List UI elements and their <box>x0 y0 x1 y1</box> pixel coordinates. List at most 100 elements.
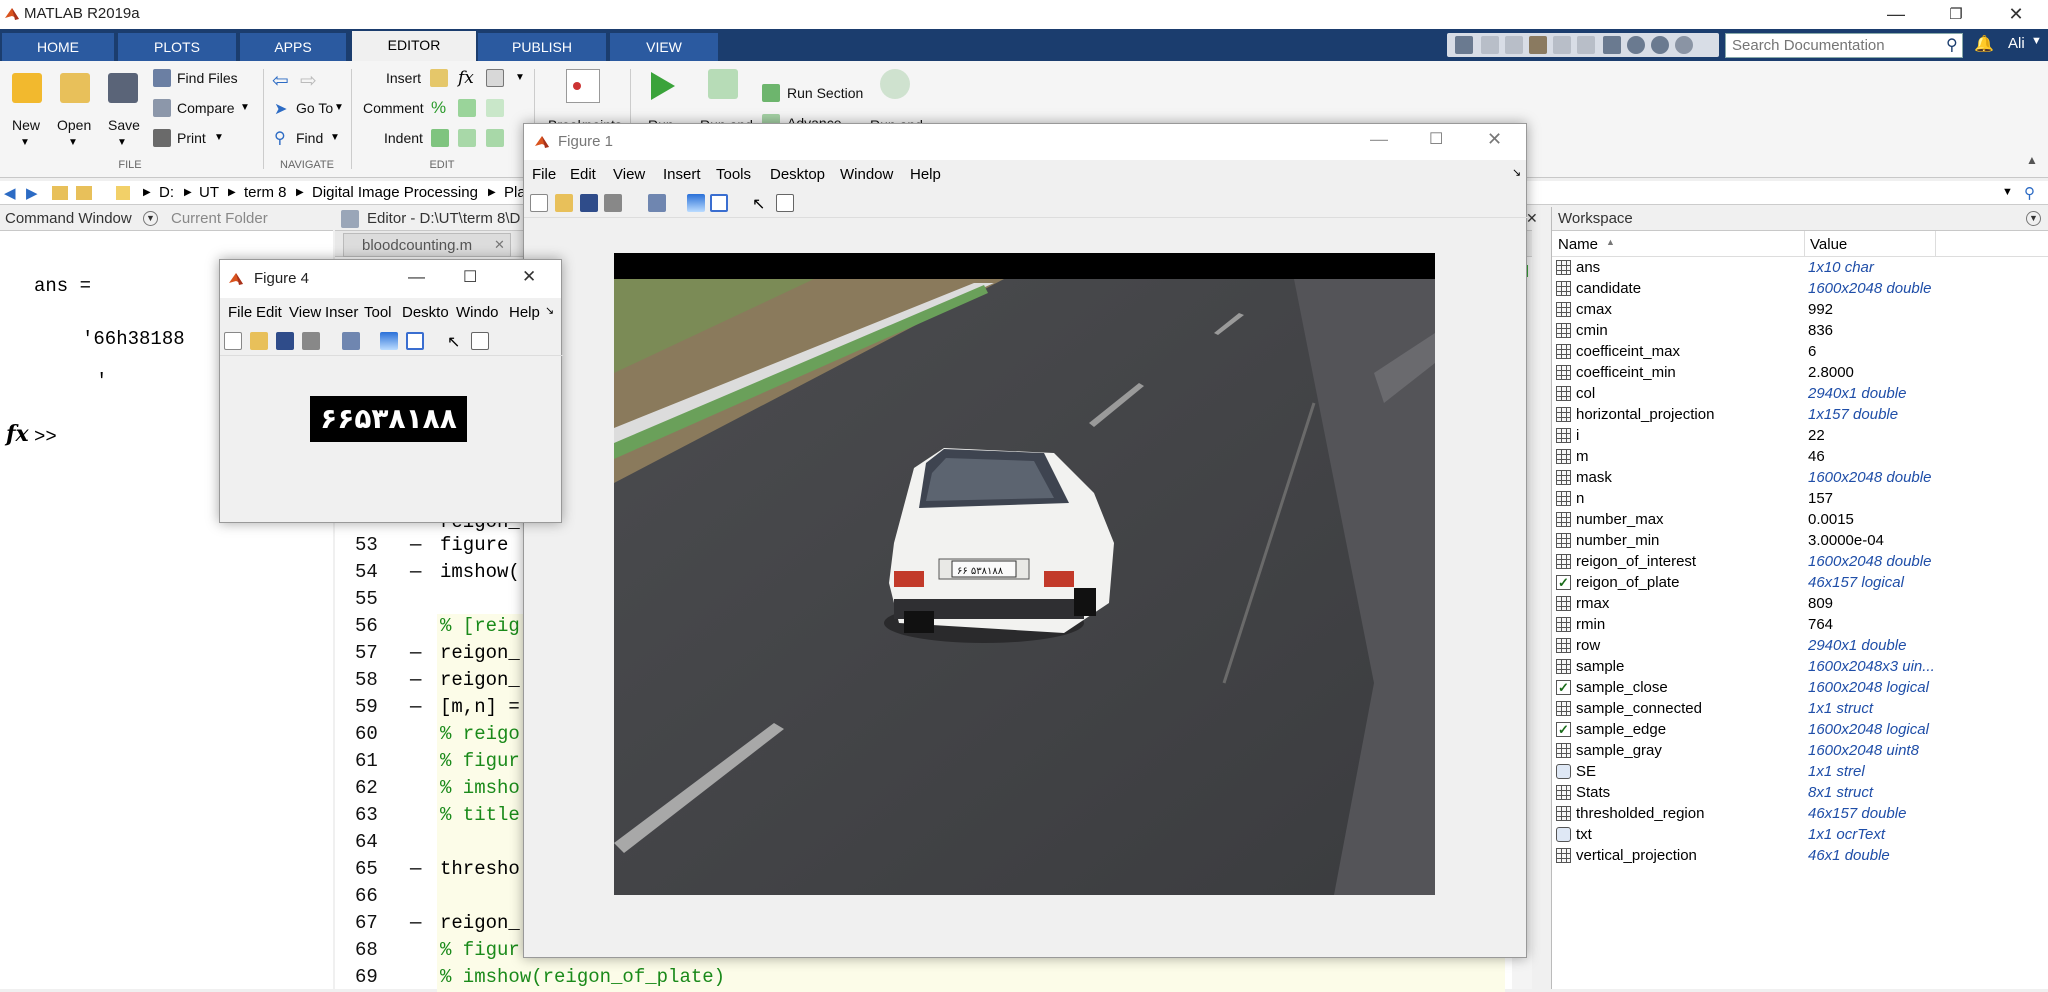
open-file-icon[interactable] <box>555 194 573 212</box>
tab-apps[interactable]: APPS <box>240 33 346 61</box>
menu-desktop[interactable]: Deskto <box>402 304 449 321</box>
maximize-icon[interactable]: ❐ <box>1926 0 1986 29</box>
link-plot-icon[interactable] <box>648 194 666 212</box>
help-icon[interactable] <box>1627 36 1645 54</box>
workspace-variable-row[interactable]: rmin 764 <box>1552 614 2048 635</box>
insert-legend-icon[interactable] <box>406 332 424 350</box>
workspace-variable-row[interactable]: horizontal_projection 1x157 double <box>1552 404 2048 425</box>
user-menu-chevron-icon[interactable]: ▼ <box>2031 35 2042 47</box>
workspace-variable-row[interactable]: coefficeint_max 6 <box>1552 341 2048 362</box>
dock-figure-icon[interactable]: ↘ <box>1512 166 1521 179</box>
menu-window[interactable]: Windo <box>456 304 499 321</box>
run-section-button[interactable]: Run Section <box>787 85 863 101</box>
menu-desktop[interactable]: Desktop <box>770 166 825 183</box>
save-figure-icon[interactable] <box>276 332 294 350</box>
insert-fi-icon[interactable] <box>486 69 504 87</box>
workspace-variable-row[interactable]: SE 1x1 strel <box>1552 761 2048 782</box>
command-prompt[interactable]: >> <box>34 426 57 448</box>
new-figure-icon[interactable] <box>224 332 242 350</box>
tab-publish[interactable]: PUBLISH <box>478 33 606 61</box>
workspace-variable-row[interactable]: sample_connected 1x1 struct <box>1552 698 2048 719</box>
value-column-header[interactable]: Value <box>1810 236 1847 253</box>
go-to-chevron-down-icon[interactable]: ▼ <box>334 102 344 113</box>
tab-home[interactable]: HOME <box>2 33 114 61</box>
dock-figure-icon[interactable]: ↘ <box>545 304 554 317</box>
browse-folder-icon[interactable] <box>76 186 92 200</box>
workspace-variable-row[interactable]: Stats 8x1 struct <box>1552 782 2048 803</box>
workspace-variable-row[interactable]: ans 1x10 char <box>1552 257 2048 278</box>
breakpoint-dash[interactable]: — <box>410 858 421 880</box>
find-chevron-down-icon[interactable]: ▼ <box>330 132 340 143</box>
menu-help[interactable]: Help <box>509 304 540 321</box>
undo-icon[interactable] <box>1553 36 1571 54</box>
menu-file[interactable]: File <box>228 304 252 321</box>
workspace-variable-row[interactable]: sample 1600x2048x3 uin... <box>1552 656 2048 677</box>
workspace-variable-row[interactable]: i 22 <box>1552 425 2048 446</box>
edit-plot-icon[interactable]: ↖ <box>447 332 465 351</box>
figure-1-maximize-icon[interactable]: ☐ <box>1429 129 1443 149</box>
command-window-actions-icon[interactable]: ▼ <box>143 211 158 226</box>
insert-colorbar-icon[interactable] <box>380 332 398 350</box>
uncomment-icon[interactable] <box>458 99 476 117</box>
figure-1-close-icon[interactable]: ✕ <box>1487 129 1502 150</box>
notification-bell-icon[interactable]: 🔔 <box>1974 34 1994 54</box>
workspace-variable-row[interactable]: reigon_of_interest 1600x2048 double <box>1552 551 2048 572</box>
workspace-variable-row[interactable]: row 2940x1 double <box>1552 635 2048 656</box>
print-button[interactable]: Print <box>177 130 206 146</box>
menu-help[interactable]: Help <box>910 166 941 183</box>
menu-file[interactable]: File <box>532 166 556 183</box>
insert-colorbar-icon[interactable] <box>687 194 705 212</box>
menu-insert[interactable]: Insert <box>663 166 701 183</box>
current-folder-tab[interactable]: Current Folder <box>171 210 268 227</box>
save-figure-icon[interactable] <box>580 194 598 212</box>
workspace-variable-row[interactable]: coefficeint_min 2.8000 <box>1552 362 2048 383</box>
wrap-comments-icon[interactable] <box>486 99 504 117</box>
run-icon[interactable] <box>648 69 678 103</box>
insert-chevron-down-icon[interactable]: ▼ <box>515 72 525 83</box>
forward-arrow-icon[interactable]: ⇨ <box>300 68 317 93</box>
breakpoint-dash[interactable]: — <box>410 534 421 556</box>
breakpoint-dash[interactable]: — <box>410 696 421 718</box>
forward-arrow-icon[interactable]: ▶ <box>26 184 38 202</box>
figure-4-minimize-icon[interactable]: — <box>408 267 425 287</box>
new-button[interactable]: New <box>12 117 40 133</box>
breadcrumb-dip[interactable]: Digital Image Processing <box>312 184 478 201</box>
new-chevron-down-icon[interactable]: ▼ <box>20 137 30 148</box>
print-figure-icon[interactable] <box>302 332 320 350</box>
name-column-header[interactable]: Name <box>1558 236 1598 253</box>
menu-tools[interactable]: Tools <box>716 166 751 183</box>
tab-view[interactable]: VIEW <box>610 33 718 61</box>
address-dropdown-icon[interactable]: ▼ <box>2002 186 2013 198</box>
breakpoint-dash[interactable]: — <box>410 669 421 691</box>
menu-edit[interactable]: Edit <box>570 166 596 183</box>
workspace-variable-row[interactable]: n 157 <box>1552 488 2048 509</box>
workspace-variable-row[interactable]: number_min 3.0000e-04 <box>1552 530 2048 551</box>
breadcrumb-term8[interactable]: term 8 <box>244 184 287 201</box>
back-arrow-icon[interactable]: ◀ <box>4 184 16 202</box>
open-file-icon[interactable] <box>250 332 268 350</box>
function-browser-icon[interactable]: fx <box>6 421 29 447</box>
workspace-variable-row[interactable]: mask 1600x2048 double <box>1552 467 2048 488</box>
workspace-variable-row[interactable]: txt 1x1 ocrText <box>1552 824 2048 845</box>
workspace-variable-row[interactable]: m 46 <box>1552 446 2048 467</box>
save-chevron-down-icon[interactable]: ▼ <box>117 137 127 148</box>
go-to-button[interactable]: Go To <box>296 100 333 116</box>
smart-indent-icon[interactable] <box>431 129 449 147</box>
open-chevron-down-icon[interactable]: ▼ <box>68 137 78 148</box>
property-inspector-icon[interactable] <box>471 332 489 350</box>
user-menu[interactable]: Ali <box>2008 35 2025 52</box>
figure-4-maximize-icon[interactable]: ☐ <box>463 267 477 287</box>
collapse-ribbon-icon[interactable]: ▲ <box>2026 153 2038 167</box>
chevron-down-icon[interactable] <box>1675 36 1693 54</box>
workspace-variable-row[interactable]: number_max 0.0015 <box>1552 509 2048 530</box>
find-files-button[interactable]: Find Files <box>177 70 238 86</box>
menu-edit[interactable]: Edit <box>256 304 282 321</box>
link-plot-icon[interactable] <box>342 332 360 350</box>
workspace-variable-row[interactable]: cmax 992 <box>1552 299 2048 320</box>
breakpoint-dash[interactable]: — <box>410 561 421 583</box>
workspace-variable-row[interactable]: ✓ reigon_of_plate 46x157 logical <box>1552 572 2048 593</box>
open-button[interactable]: Open <box>57 117 91 133</box>
menu-insert[interactable]: Inser <box>325 304 358 321</box>
breadcrumb-ut[interactable]: UT <box>199 184 219 201</box>
workspace-variable-row[interactable]: rmax 809 <box>1552 593 2048 614</box>
